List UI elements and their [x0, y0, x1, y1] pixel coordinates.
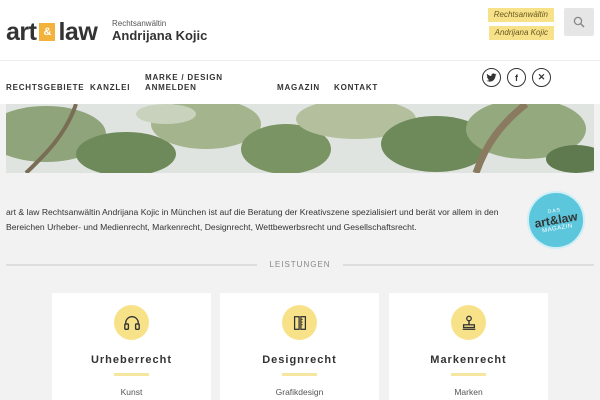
intro-text: art & law Rechtsanwältin Andrijana Kojic… [6, 207, 499, 232]
nav-item-marke-design[interactable]: MARKE / DESIGN ANMELDEN [145, 73, 225, 93]
section-rule-left [6, 264, 257, 266]
card-subtitle: Marken [454, 387, 483, 397]
magazine-badge[interactable]: DAS art&law MAGAZIN [522, 186, 590, 254]
logo-art: art [6, 18, 37, 46]
card-title: Designrecht [262, 354, 337, 366]
nav-item-rechtsgebiete[interactable]: RECHTSGEBIETE [6, 83, 84, 93]
section-rule-right [343, 264, 594, 266]
service-card-urheberrecht[interactable]: Urheberrecht Kunst [52, 293, 211, 400]
header-banner-image [6, 104, 594, 173]
site-header: art & law Rechtsanwältin Andrijana Kojic… [0, 0, 600, 104]
nav-item-kanzlei[interactable]: KANZLEI [90, 83, 130, 93]
service-card-designrecht[interactable]: Designrecht Grafikdesign [220, 293, 379, 400]
card-underline [114, 373, 149, 376]
stamp-icon [451, 305, 486, 340]
card-subtitle: Grafikdesign [275, 387, 324, 397]
card-subtitle: Kunst [120, 387, 143, 397]
logo-subtitle-role: Rechtsanwältin [112, 19, 167, 28]
logo-ampersand: & [39, 23, 56, 41]
xing-icon[interactable]: ✕ [532, 68, 551, 87]
card-title: Urheberrecht [90, 354, 173, 366]
card-title: Markenrecht [430, 354, 507, 366]
service-card-markenrecht[interactable]: Markenrecht Marken [389, 293, 548, 400]
palm-leaves-illustration [6, 104, 594, 173]
card-underline [451, 373, 486, 376]
card-underline [282, 373, 317, 376]
site-logo[interactable]: art & law Rechtsanwältin Andrijana Kojic [6, 18, 207, 46]
nav-item-magazin[interactable]: MAGAZIN [277, 83, 320, 93]
search-icon [573, 16, 585, 28]
header-tag-name[interactable]: Andrijana Kojic [488, 26, 554, 40]
twitter-icon[interactable] [482, 68, 501, 87]
logo-law: law [58, 18, 98, 46]
logo-subtitle: Rechtsanwältin Andrijana Kojic [112, 19, 208, 43]
facebook-icon[interactable]: f [507, 68, 526, 87]
headphones-icon [114, 305, 149, 340]
header-divider [0, 60, 600, 61]
nav-item-kontakt[interactable]: KONTAKT [334, 83, 378, 93]
header-tag-role[interactable]: Rechtsanwältin [487, 8, 554, 22]
logo-subtitle-name: Andrijana Kojic [112, 28, 208, 43]
search-button[interactable] [564, 8, 594, 36]
section-title: LEISTUNGEN [269, 260, 331, 269]
pencil-ruler-icon [282, 305, 317, 340]
